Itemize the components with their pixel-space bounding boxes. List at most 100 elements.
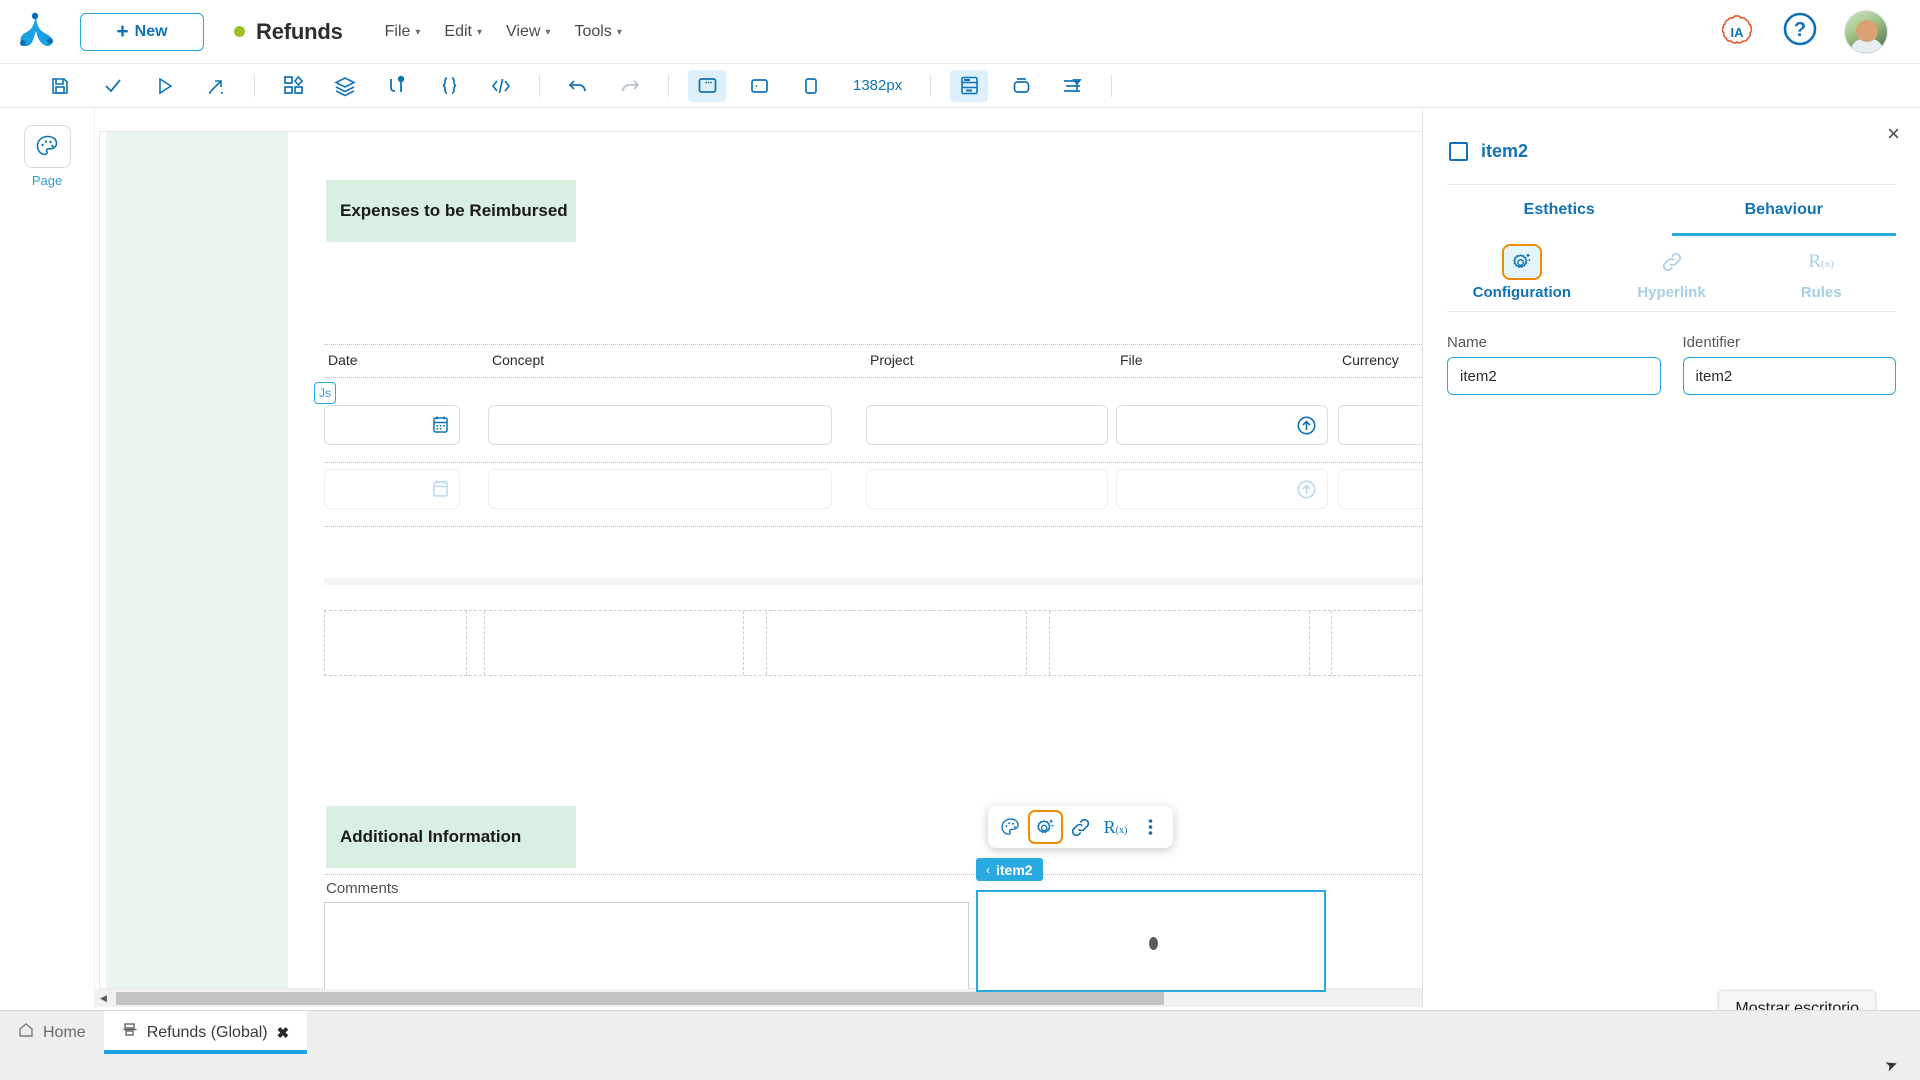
toolbar-separator [1111,75,1112,97]
field-identifier-label: Identifier [1683,334,1897,351]
new-button-label: New [135,23,168,41]
selected-element-tag[interactable]: ‹ item2 [976,858,1043,881]
bottom-tab-home[interactable]: Home [0,1011,104,1054]
plus-icon: + [116,21,128,42]
panel-fields: Name Identifier [1423,312,1920,395]
code-icon[interactable] [482,70,520,102]
subtab-configuration-label: Configuration [1473,284,1571,301]
design-canvas[interactable]: Expenses to be Reimbursed Date Concept P… [94,109,1422,1007]
layers-icon[interactable] [326,70,364,102]
subtab-rules[interactable]: R(x) Rules [1746,236,1896,311]
tab-behaviour[interactable]: Behaviour [1672,185,1897,236]
table-row[interactable] [1338,405,1422,445]
table-col-file: File [1116,347,1328,373]
menu-tools-label: Tools [574,23,611,41]
properties-panel: × item2 Esthetics Behaviour Config [1422,109,1920,1007]
name-input[interactable] [1447,357,1661,395]
chevron-down-icon: ▾ [617,27,622,38]
toolbar-separator [539,75,540,97]
esthetics-palette-icon[interactable] [993,810,1028,844]
desktop-view-icon[interactable] [688,70,726,102]
section-title-additional-information[interactable]: Additional Information [326,806,576,868]
header-actions: IA ? [1718,10,1920,54]
row-bottom-border [324,526,1422,527]
grid-view-icon[interactable] [950,70,988,102]
components-icon[interactable] [274,70,312,102]
grid-col-divider [743,611,744,675]
left-rail: Page [0,109,94,1007]
rules-rx-icon: R(x) [1801,244,1841,280]
identifier-input[interactable] [1683,357,1897,395]
selected-element-item2[interactable] [976,890,1326,992]
rules-rx-icon[interactable]: R(x) [1098,810,1133,844]
table-row[interactable] [488,469,832,509]
panel-tabs: Esthetics Behaviour [1447,185,1896,236]
run-play-icon[interactable] [145,70,183,102]
menu-file[interactable]: File ▾ [385,23,421,41]
page-frame: Expenses to be Reimbursed Date Concept P… [99,131,1422,989]
hyperlink-icon[interactable] [1063,810,1098,844]
field-name-label: Name [1447,334,1661,351]
section-title-expenses[interactable]: Expenses to be Reimbursed [326,180,576,242]
chevron-down-icon: ▾ [415,27,420,38]
tab-esthetics[interactable]: Esthetics [1447,185,1672,236]
calendar-icon[interactable] [432,415,449,439]
home-icon [18,1022,34,1043]
selected-element-tag-label: item2 [996,862,1033,878]
empty-grid-block[interactable] [324,610,1422,676]
table-row[interactable] [1116,469,1328,509]
bottom-tab-bar: Home Refunds (Global) ✖ [0,1010,1920,1054]
table-row[interactable] [1116,405,1328,445]
menu-edit[interactable]: Edit ▾ [444,23,482,41]
publish-icon[interactable] [197,70,235,102]
toolbar-separator [254,75,255,97]
tablet-view-icon[interactable] [740,70,778,102]
table-row[interactable] [866,469,1108,509]
new-button[interactable]: + New [80,13,204,51]
grid-col-divider [484,611,485,675]
redo-icon[interactable] [611,70,649,102]
bottom-tab-refunds[interactable]: Refunds (Global) ✖ [104,1011,308,1054]
help-icon[interactable]: ? [1782,11,1818,52]
mobile-view-icon[interactable] [792,70,830,102]
configuration-gear-icon[interactable] [1028,810,1063,844]
document-icon [122,1022,138,1043]
page-title: Refunds [256,19,343,45]
variables-icon[interactable] [378,70,416,102]
viewport-width-label[interactable]: 1382px [837,77,918,94]
table-row[interactable] [324,405,460,445]
ia-assistant-icon[interactable]: IA [1718,13,1756,51]
scroll-left-arrow[interactable]: ◀ [95,993,112,1004]
close-icon[interactable]: × [1887,123,1900,145]
js-badge[interactable]: Js [314,382,336,404]
table-row[interactable] [324,469,460,509]
undo-icon[interactable] [559,70,597,102]
scroll-thumb[interactable] [116,992,1164,1005]
container-icon[interactable] [1002,70,1040,102]
menu-tools[interactable]: Tools ▾ [574,23,621,41]
braces-icon[interactable] [430,70,468,102]
page-content: Expenses to be Reimbursed Date Concept P… [288,132,1422,988]
scroll-track[interactable] [112,992,1422,1005]
sidebar-item-page[interactable]: Page [0,125,94,188]
subtab-hyperlink[interactable]: Hyperlink [1597,236,1747,311]
save-icon[interactable] [41,70,79,102]
document-title-group: Refunds [234,19,343,45]
upload-icon[interactable] [1296,415,1317,441]
app-logo-icon[interactable] [0,12,72,52]
table-row[interactable] [488,405,832,445]
bottom-tab-refunds-label: Refunds (Global) [147,1024,268,1042]
grid-col-divider [466,611,467,675]
menu-file-label: File [385,23,411,41]
table-row[interactable] [1338,469,1422,509]
check-icon[interactable] [93,70,131,102]
table-row[interactable] [866,405,1108,445]
filter-icon[interactable] [1054,70,1092,102]
element-checkbox[interactable] [1449,142,1468,161]
menu-view-label: View [506,23,540,41]
close-icon[interactable]: ✖ [277,1024,290,1042]
subtab-configuration[interactable]: Configuration [1447,236,1597,311]
menu-view[interactable]: View ▾ [506,23,550,41]
more-options-icon[interactable] [1133,810,1168,844]
avatar[interactable] [1844,10,1888,54]
